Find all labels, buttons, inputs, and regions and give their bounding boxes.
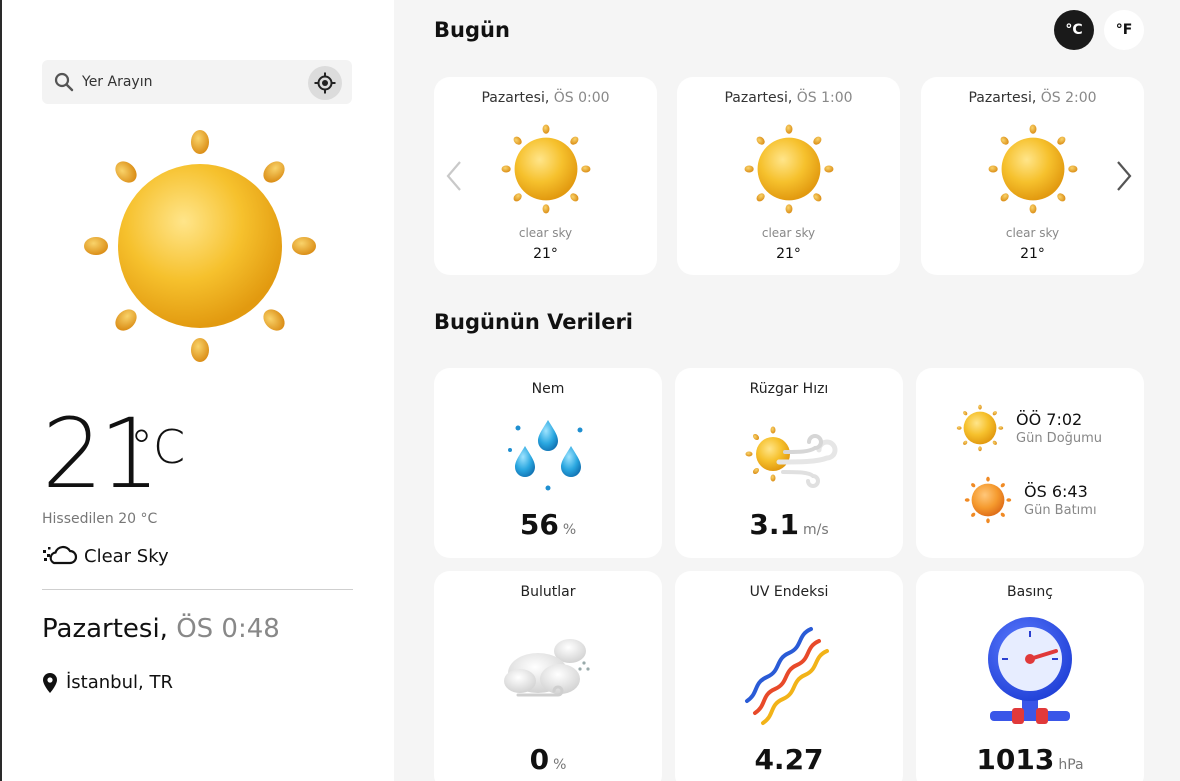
uv-label: UV Endeksi (749, 584, 829, 600)
wind-value: 3.1 m/s (675, 508, 903, 541)
cloud-wind-icon (43, 545, 78, 565)
temperature-unit: °C (130, 420, 186, 474)
pressure-unit: hPa (1058, 757, 1084, 773)
cloud-icon (504, 639, 590, 697)
hour-day: Pazartesi, (968, 90, 1037, 106)
sun-times-card: ÖÖ 7:02 Gün Doğumu ÖS 6:43 Gün Batımı (916, 368, 1144, 558)
hour-time: ÖS 2:00 (1040, 90, 1097, 106)
search-input[interactable] (82, 70, 302, 94)
fahrenheit-button[interactable]: °F (1104, 10, 1144, 50)
current-day: Pazartesi, (42, 614, 168, 644)
crosshair-icon (314, 72, 336, 94)
divider (42, 589, 353, 590)
feels-like: Hissedilen 20 °C (42, 511, 158, 527)
sun-icon (500, 123, 592, 215)
chevron-left-icon[interactable] (442, 158, 466, 194)
uv-value: 4.27 (754, 743, 824, 776)
hourly-card: Pazartesi, ÖS 0:00 clear sky 21° (434, 77, 657, 275)
wind-label: Rüzgar Hızı (749, 381, 829, 397)
main-panel: Bugün °C °F Pazartesi, ÖS 0:00 clear sky… (394, 0, 1180, 781)
clouds-number: 0 (529, 743, 550, 776)
wind-number: 3.1 (749, 508, 799, 541)
pressure-gauge-icon (988, 617, 1072, 724)
hour-description: clear sky (518, 226, 573, 240)
hour-day: Pazartesi, (481, 90, 550, 106)
hourly-card: Pazartesi, ÖS 2:00 clear sky 21° (921, 77, 1144, 275)
sunset-time: ÖS 6:43 (1024, 482, 1088, 501)
hour-description: clear sky (1005, 226, 1060, 240)
clouds-value: 0% (434, 743, 662, 776)
hour-title: Pazartesi, ÖS 0:00 (434, 90, 657, 106)
humidity-label: Nem (531, 381, 565, 397)
sun-icon (987, 123, 1079, 215)
search-bar (42, 60, 352, 104)
location-text: İstanbul, TR (66, 672, 173, 693)
pressure-card: Basınç 1013 hPa (916, 571, 1144, 781)
celsius-button[interactable]: °C (1054, 10, 1094, 50)
chevron-right-icon[interactable] (1112, 158, 1136, 194)
sunrise-time: ÖÖ 7:02 (1016, 410, 1083, 429)
search-icon (54, 72, 74, 92)
map-pin-icon (43, 672, 57, 693)
current-datetime: Pazartesi, ÖS 0:48 (42, 614, 280, 644)
pressure-value: 1013 hPa (916, 743, 1144, 776)
hour-temperature: 21° (1020, 246, 1045, 262)
hourly-card: Pazartesi, ÖS 1:00 clear sky 21° (677, 77, 900, 275)
current-time: ÖS 0:48 (176, 614, 280, 644)
hour-temperature: 21° (776, 246, 801, 262)
uv-card: UV Endeksi 4.27 (675, 571, 903, 781)
hour-day: Pazartesi, (724, 90, 793, 106)
humidity-number: 56 (519, 508, 559, 541)
clouds-card: Bulutlar 0% (434, 571, 662, 781)
sun-weather-icon (80, 126, 320, 366)
humidity-value: 56% (434, 508, 662, 541)
clouds-unit: % (553, 757, 567, 773)
pressure-number: 1013 (976, 743, 1055, 776)
water-drops-icon (508, 420, 583, 491)
humidity-card: Nem 56% (434, 368, 662, 558)
hour-description: clear sky (761, 226, 816, 240)
wind-sun-icon (745, 426, 838, 488)
hour-title: Pazartesi, ÖS 2:00 (921, 90, 1144, 106)
wind-card: Rüzgar Hızı 3.1 m/s (675, 368, 903, 558)
location: İstanbul, TR (42, 672, 173, 693)
sunset-row: ÖS 6:43 Gün Batımı (964, 476, 1097, 524)
sidebar: 21 °C Hissedilen 20 °C Clear Sky Pazarte… (2, 0, 394, 781)
sun-icon (743, 123, 835, 215)
pressure-label: Basınç (1007, 584, 1053, 600)
hour-time: ÖS 0:00 (553, 90, 610, 106)
wind-unit: m/s (802, 522, 829, 538)
sunrise-row: ÖÖ 7:02 Gün Doğumu (956, 404, 1102, 452)
weather-condition: Clear Sky (42, 543, 169, 569)
sunrise-icon (956, 404, 1004, 452)
sunset-icon (964, 476, 1012, 524)
humidity-unit: % (562, 522, 577, 538)
hour-title: Pazartesi, ÖS 1:00 (677, 90, 900, 106)
current-location-button[interactable] (308, 66, 342, 100)
hour-temperature: 21° (533, 246, 558, 262)
hour-time: ÖS 1:00 (796, 90, 853, 106)
condition-text: Clear Sky (84, 545, 169, 567)
sunset-label: Gün Batımı (1024, 503, 1097, 518)
section-title-today: Bugün (434, 18, 510, 42)
section-title-today-data: Bugünün Verileri (434, 310, 633, 334)
uv-waves-icon (745, 627, 829, 725)
sunrise-label: Gün Doğumu (1016, 431, 1103, 446)
clouds-label: Bulutlar (520, 584, 576, 600)
